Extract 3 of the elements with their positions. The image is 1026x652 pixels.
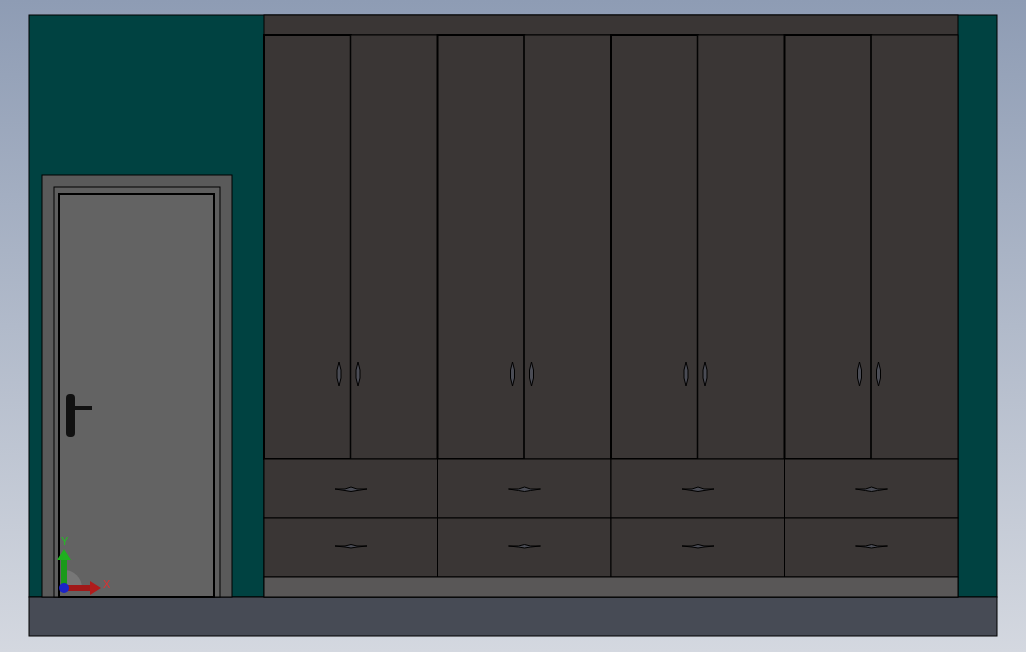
axis-label: Y <box>61 535 69 547</box>
axis-label: X <box>103 578 111 590</box>
axis-triad-icon <box>57 549 101 595</box>
